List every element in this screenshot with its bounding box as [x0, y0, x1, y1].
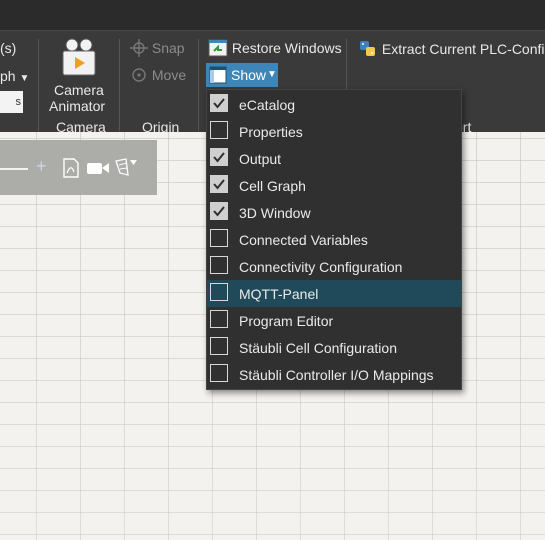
checkbox-unchecked-icon[interactable]: [210, 256, 228, 274]
menu-item-label: eCatalog: [239, 97, 296, 113]
camera-animator-label-2: Animator: [49, 98, 106, 114]
separator: [198, 39, 199, 131]
menu-item-program-editor[interactable]: Program Editor: [207, 307, 461, 334]
python-icon: [358, 39, 378, 62]
menu-item-ecatalog[interactable]: eCatalog: [207, 91, 461, 118]
restore-windows-icon: [208, 39, 228, 60]
menu-item-label: MQTT-Panel: [239, 286, 319, 302]
menu-item-label: Connected Variables: [239, 232, 368, 248]
chevron-down-icon: ▼: [267, 69, 277, 80]
move-button[interactable]: Move: [130, 66, 186, 87]
show-dropdown-menu: eCatalog Properties Output Cell Graph 3D…: [206, 89, 462, 390]
show-dropdown-button[interactable]: Show ▼: [206, 63, 278, 87]
checkbox-checked-icon[interactable]: [210, 175, 228, 193]
menu-item-mqtt-panel[interactable]: MQTT-Panel: [207, 280, 461, 307]
grid-render-icon[interactable]: [114, 157, 138, 182]
video-camera-icon[interactable]: [86, 161, 110, 180]
extract-plc-config-label: Extract Current PLC-Config: [381, 41, 545, 58]
menu-item-properties[interactable]: Properties: [207, 118, 461, 145]
menu-item-3d-window[interactable]: 3D Window: [207, 199, 461, 226]
viewport-toolbar: +: [0, 140, 157, 195]
menu-item-connected-variables[interactable]: Connected Variables: [207, 226, 461, 253]
checkbox-checked-icon[interactable]: [210, 148, 228, 166]
plus-icon[interactable]: +: [36, 156, 47, 177]
camera-animator-label-1: Camera: [54, 82, 104, 98]
menu-item-label: Cell Graph: [239, 178, 306, 194]
menu-item-connectivity-configuration[interactable]: Connectivity Configuration: [207, 253, 461, 280]
menu-item-label: Stäubli Cell Configuration: [239, 340, 397, 356]
title-strip: [0, 0, 545, 30]
separator: [119, 39, 120, 131]
checkbox-unchecked-icon[interactable]: [210, 337, 228, 355]
slider-track[interactable]: [0, 168, 28, 170]
menu-item-staubli-controller-io-mappings[interactable]: Stäubli Controller I/O Mappings: [207, 361, 461, 388]
checkbox-unchecked-icon[interactable]: [210, 121, 228, 139]
menu-item-label: Connectivity Configuration: [239, 259, 403, 275]
snap-label: Snap: [151, 40, 185, 57]
move-arrows-icon: [130, 66, 148, 87]
checkbox-unchecked-icon[interactable]: [210, 229, 228, 247]
snap-button[interactable]: Snap: [130, 39, 185, 60]
film-camera-icon: [60, 37, 98, 82]
move-label: Move: [151, 67, 187, 84]
separator: [38, 39, 39, 131]
restore-windows-label: Restore Windows: [231, 40, 342, 57]
checkbox-checked-icon[interactable]: [210, 94, 228, 112]
partial-group-title: (s): [0, 40, 17, 56]
menu-item-label: Stäubli Controller I/O Mappings: [239, 367, 434, 383]
window-icon: [209, 66, 227, 91]
menu-item-cell-graph[interactable]: Cell Graph: [207, 172, 461, 199]
chevron-down-icon: ▼: [19, 73, 30, 84]
menu-item-staubli-cell-configuration[interactable]: Stäubli Cell Configuration: [207, 334, 461, 361]
partial-dropdown[interactable]: ph ▼: [0, 68, 29, 84]
menu-item-label: 3D Window: [239, 205, 311, 221]
checkbox-unchecked-icon[interactable]: [210, 310, 228, 328]
show-label: Show: [231, 67, 267, 83]
extract-plc-config-button[interactable]: Extract Current PLC-Config: [358, 39, 545, 62]
menu-item-label: Program Editor: [239, 313, 334, 329]
checkbox-unchecked-icon[interactable]: [210, 283, 228, 301]
partial-dropdown-label: ph: [0, 68, 16, 84]
menu-item-label: Output: [239, 151, 282, 167]
menu-item-label: Properties: [239, 124, 303, 140]
crosshair-icon: [130, 39, 148, 60]
checkbox-unchecked-icon[interactable]: [210, 364, 228, 382]
restore-windows-button[interactable]: Restore Windows: [208, 39, 342, 60]
checkbox-checked-icon[interactable]: [210, 202, 228, 220]
menu-item-output[interactable]: Output: [207, 145, 461, 172]
pdf-icon[interactable]: [62, 158, 80, 183]
partial-value-input[interactable]: s: [0, 91, 23, 113]
camera-animator-button[interactable]: Camera Animator: [46, 35, 110, 115]
